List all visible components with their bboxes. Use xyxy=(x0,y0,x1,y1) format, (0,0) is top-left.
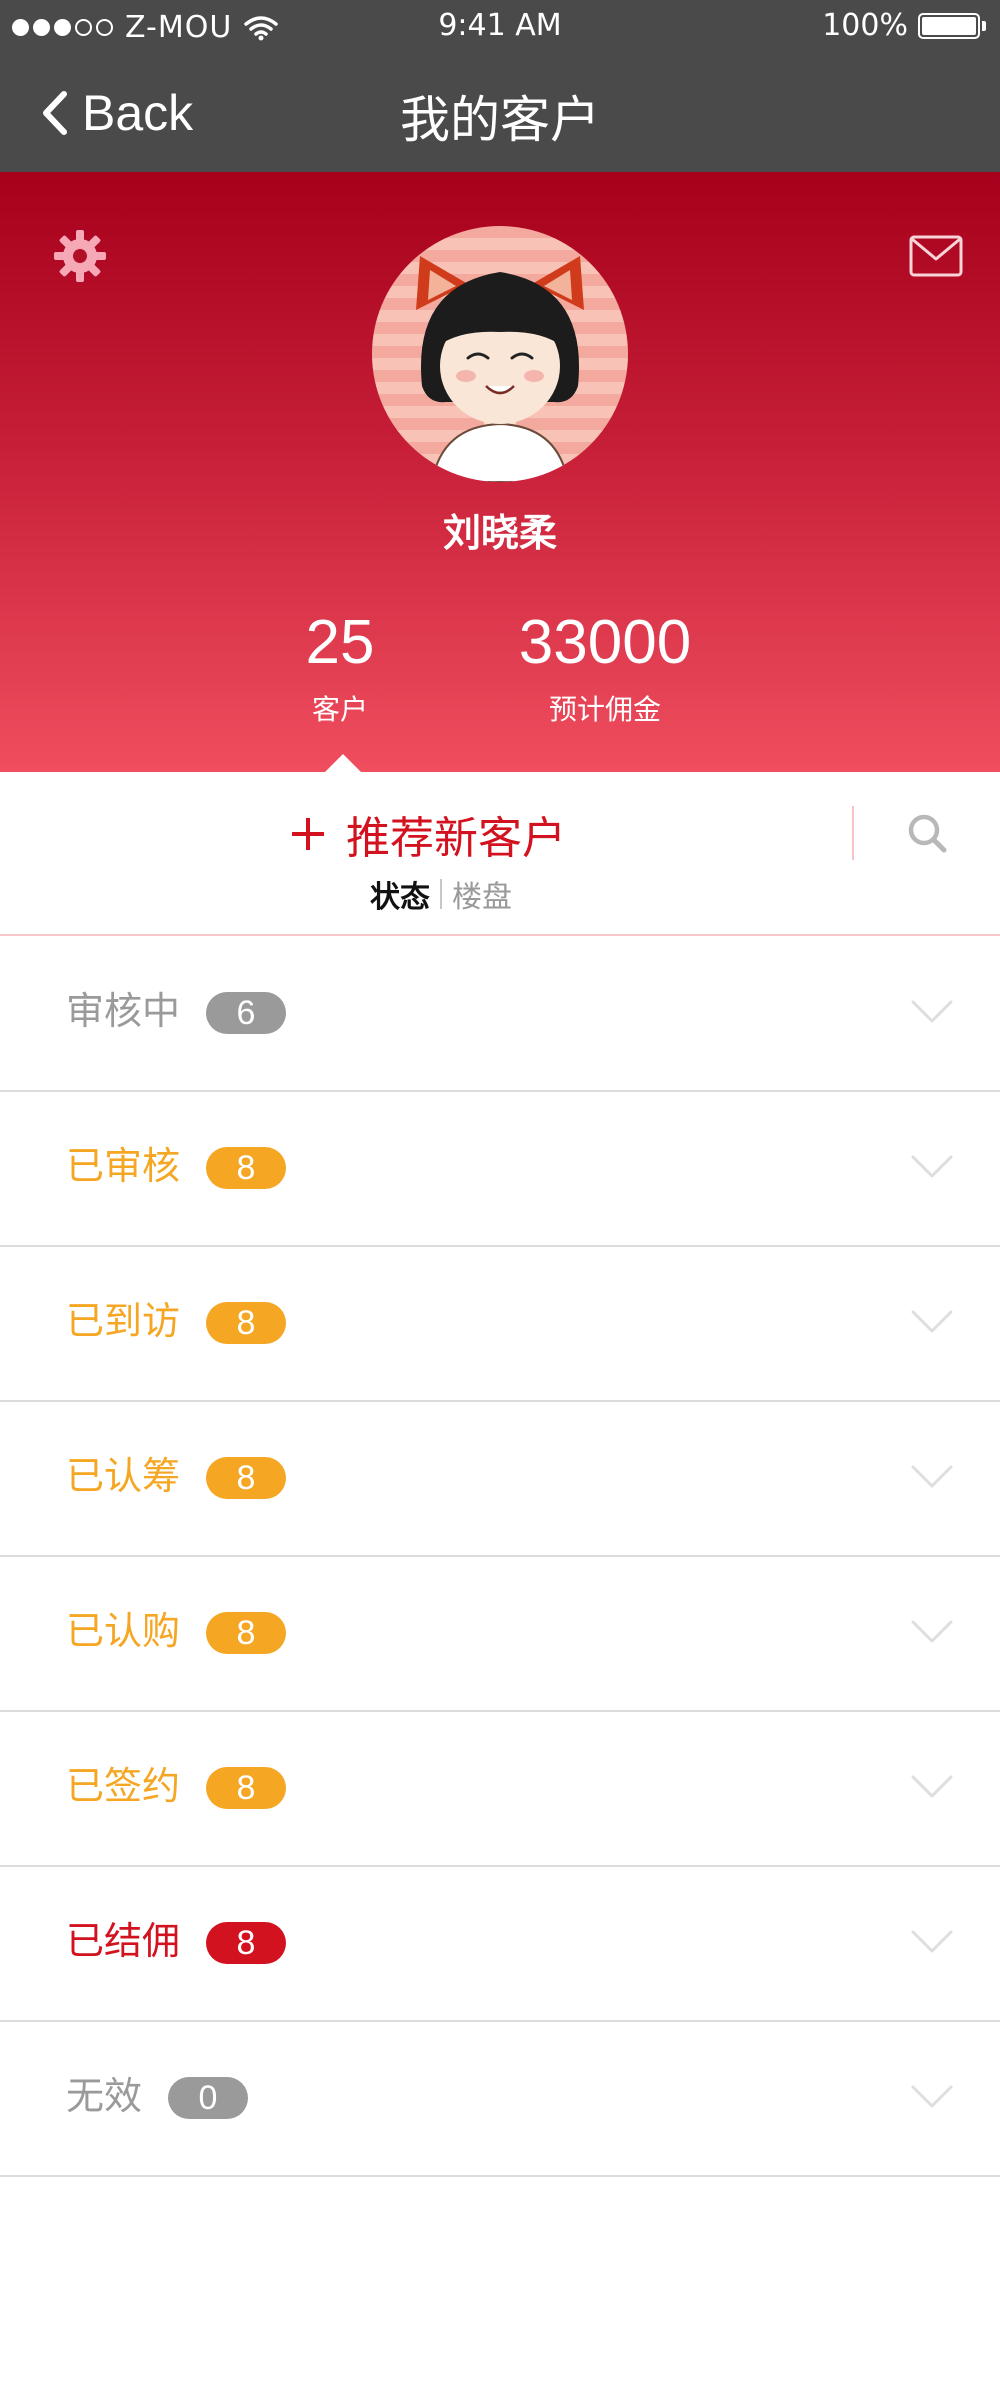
count-badge: 0 xyxy=(168,2077,248,2119)
status-name: 已认购 xyxy=(66,1609,181,1653)
status-list: 审核中 6 已审核 8 已到访 8 已认筹 8 已认购 8 已签约 8 已结佣 8 无效 0 xyxy=(0,937,1000,2177)
tab-property[interactable]: 楼盘 xyxy=(452,872,512,916)
navigation-bar: Back 我的客户 xyxy=(0,54,1000,172)
count-badge: 8 xyxy=(206,1922,286,1964)
avatar[interactable] xyxy=(372,226,628,482)
status-bar: Z-MOU 9:41 AM 100% xyxy=(0,0,1000,54)
status-name: 已结佣 xyxy=(66,1919,181,1963)
status-row[interactable]: 已认筹 8 xyxy=(0,1402,1000,1557)
battery-percent: 100% xyxy=(822,8,908,43)
chevron-down-icon[interactable] xyxy=(910,999,954,1025)
status-name: 无效 xyxy=(66,2074,143,2118)
customers-label: 客户 xyxy=(311,693,368,726)
chevron-down-icon[interactable] xyxy=(910,1154,954,1180)
status-name: 已审核 xyxy=(66,1144,181,1188)
customers-count: 25 xyxy=(305,608,375,677)
status-row[interactable]: 已认购 8 xyxy=(0,1557,1000,1712)
status-name: 已认筹 xyxy=(66,1454,181,1498)
status-row[interactable]: 已到访 8 xyxy=(0,1247,1000,1402)
recommend-customer-button[interactable]: 推荐新客户 xyxy=(292,802,566,866)
status-row[interactable]: 无效 0 xyxy=(0,2022,1000,2177)
status-row[interactable]: 审核中 6 xyxy=(0,937,1000,1092)
commission-amount: 33000 xyxy=(518,608,692,677)
status-name: 已签约 xyxy=(66,1764,181,1808)
status-row[interactable]: 已结佣 8 xyxy=(0,1867,1000,2022)
chevron-down-icon[interactable] xyxy=(910,1774,954,1800)
status-row[interactable]: 已审核 8 xyxy=(0,1092,1000,1247)
plus-icon xyxy=(292,818,324,850)
commission-stat[interactable]: 33000 预计佣金 xyxy=(480,612,730,728)
customers-stat[interactable]: 25 客户 xyxy=(240,612,440,728)
count-badge: 8 xyxy=(206,1612,286,1654)
user-name: 刘晓柔 xyxy=(442,511,557,555)
count-badge: 8 xyxy=(206,1302,286,1344)
count-badge: 8 xyxy=(206,1457,286,1499)
count-badge: 8 xyxy=(206,1147,286,1189)
active-tab-pointer xyxy=(325,754,361,772)
chevron-down-icon[interactable] xyxy=(910,1464,954,1490)
chevron-down-icon[interactable] xyxy=(910,1619,954,1645)
filter-tabs: 状态 楼盘 xyxy=(370,872,512,916)
commission-label: 预计佣金 xyxy=(548,693,661,726)
page-title: 我的客户 xyxy=(400,91,600,149)
tab-separator xyxy=(440,879,442,909)
status-row[interactable]: 已签约 8 xyxy=(0,1712,1000,1867)
tab-status[interactable]: 状态 xyxy=(370,872,430,916)
gear-icon[interactable] xyxy=(52,228,108,284)
avatar-illustration-icon xyxy=(416,256,584,482)
mail-icon[interactable] xyxy=(908,234,964,278)
divider xyxy=(852,806,854,860)
status-bar-right: 100% xyxy=(822,8,986,43)
count-badge: 8 xyxy=(206,1767,286,1809)
status-name: 已到访 xyxy=(66,1299,181,1343)
action-area: 推荐新客户 状态 楼盘 xyxy=(0,772,1000,936)
chevron-down-icon[interactable] xyxy=(910,1309,954,1335)
status-name: 审核中 xyxy=(66,989,181,1033)
chevron-down-icon[interactable] xyxy=(910,1929,954,1955)
search-icon[interactable] xyxy=(906,812,950,856)
count-badge: 6 xyxy=(206,992,286,1034)
recommend-label: 推荐新客户 xyxy=(346,813,566,864)
battery-icon xyxy=(918,12,986,40)
profile-header: 刘晓柔 25 客户 33000 预计佣金 xyxy=(0,172,1000,772)
chevron-down-icon[interactable] xyxy=(910,2084,954,2110)
